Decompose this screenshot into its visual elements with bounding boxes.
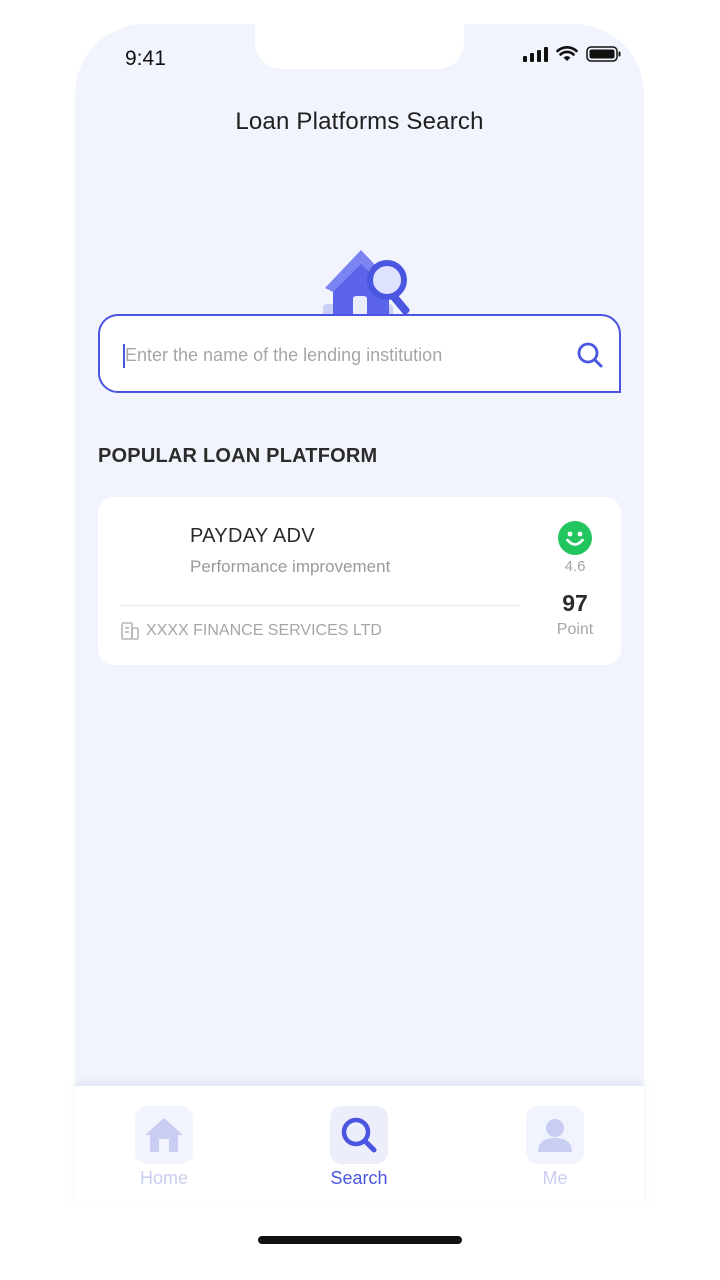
tab-home-label: Home (139, 1168, 188, 1188)
tab-me[interactable]: Me (510, 1106, 600, 1189)
signal-icon (523, 46, 548, 62)
search-icon (330, 1106, 388, 1164)
smile-icon (558, 521, 592, 555)
page-title: Loan Platforms Search (235, 108, 484, 135)
platform-points: 97 (562, 590, 588, 616)
company-name: XXXX FINANCE SERVICES LTD (146, 622, 382, 639)
search-icon[interactable] (575, 340, 605, 370)
search-input[interactable] (125, 336, 555, 374)
search-bar[interactable] (98, 314, 621, 393)
battery-icon (586, 46, 621, 62)
points-label: Point (556, 621, 594, 638)
card-divider (120, 605, 520, 606)
wifi-icon (556, 46, 578, 61)
status-time: 9:41 (125, 47, 166, 70)
home-indicator (258, 1236, 462, 1244)
platform-description: Performance improvement (190, 557, 391, 576)
building-icon (121, 622, 139, 640)
tab-home[interactable]: Home (119, 1106, 209, 1189)
app-screen: 9:41 Loan Platforms Search Enter the nam… (75, 24, 644, 1092)
platform-name: PAYDAY ADV (190, 525, 315, 547)
tab-search-label: Search (330, 1168, 388, 1188)
tab-search[interactable]: Search (314, 1106, 404, 1189)
user-icon (526, 1106, 584, 1164)
device-notch (255, 24, 464, 69)
loan-platform-card[interactable]: PAYDAY ADV Performance improvement XXXX … (98, 497, 621, 665)
tab-me-label: Me (542, 1168, 568, 1188)
platform-rating: 4.6 (564, 558, 586, 575)
company-info: XXXX FINANCE SERVICES LTD (120, 621, 382, 641)
status-icons (523, 46, 622, 62)
home-icon (135, 1106, 193, 1164)
bottom-tab-bar: Home Search Me (75, 1086, 644, 1206)
section-title: POPULAR LOAN PLATFORM (98, 445, 378, 467)
